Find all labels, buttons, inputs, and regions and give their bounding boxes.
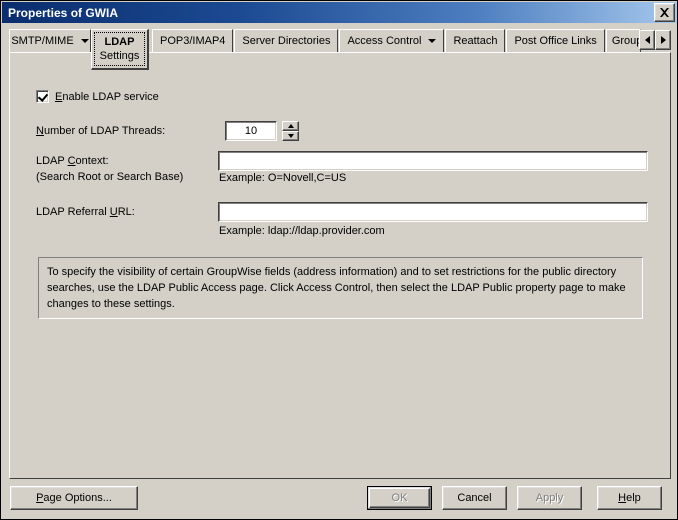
spinner-down-icon — [287, 134, 294, 138]
tab-label-line2: Settings — [99, 50, 140, 62]
ldap-context-label: LDAP Context: — [36, 155, 109, 167]
tab-scroll-buttons — [639, 30, 671, 50]
button-label: OK — [391, 492, 408, 504]
button-label: Cancel — [457, 492, 492, 504]
tab-label-line1: LDAP — [104, 36, 135, 48]
button-label: Apply — [535, 492, 564, 504]
threads-label: Number of LDAP Threads: — [36, 125, 165, 137]
tab-server-directories[interactable]: Server Directories — [234, 29, 339, 52]
tab-reattach[interactable]: Reattach — [445, 29, 506, 52]
tab-scroll-right-button[interactable] — [655, 30, 671, 50]
label-rest: RL: — [117, 206, 135, 218]
ldap-referral-example: Example: ldap://ldap.provider.com — [219, 225, 385, 237]
help-button[interactable]: Help — [597, 486, 662, 510]
info-box-text: To specify the visibility of certain Gro… — [47, 266, 626, 310]
chevron-down-icon — [80, 39, 89, 43]
ldap-referral-label: LDAP Referral URL: — [36, 206, 135, 218]
tab-label: POP3/IMAP4 — [160, 35, 226, 47]
threads-increment-button[interactable] — [282, 121, 299, 131]
tab-smtp-mime[interactable]: SMTP/MIME — [9, 29, 91, 52]
button-label: Page Options... — [36, 492, 112, 504]
scroll-right-icon — [660, 36, 666, 44]
ldap-context-example: Example: O=Novell,C=US — [219, 172, 347, 184]
enable-ldap-service-label: Enable LDAP service — [55, 91, 159, 103]
label-pre: LDAP — [36, 155, 68, 167]
ok-button[interactable]: OK — [367, 486, 432, 510]
tab-label: SMTP/MIME — [11, 35, 74, 47]
page-options-button[interactable]: Page Options... — [10, 486, 138, 510]
tab-ldap-settings[interactable]: LDAP Settings — [91, 29, 149, 70]
enable-ldap-service-row[interactable]: Enable LDAP service — [36, 90, 159, 103]
button-label: Help — [618, 492, 641, 504]
properties-dialog: Properties of GWIA SMTP/MIME POP3/IMAP4 … — [0, 0, 678, 520]
threads-input[interactable] — [225, 121, 277, 141]
window-title: Properties of GWIA — [8, 5, 119, 20]
enable-ldap-service-checkbox[interactable] — [36, 90, 49, 103]
ldap-referral-input[interactable] — [218, 202, 648, 222]
label-rest: ontext: — [75, 155, 109, 167]
spinner-up-icon — [287, 124, 294, 128]
ldap-context-sublabel: (Search Root or Search Base) — [36, 171, 184, 183]
accel-char: H — [618, 492, 627, 504]
close-button[interactable] — [654, 3, 675, 22]
label-pre: LDAP Referral — [36, 206, 110, 218]
tab-scroll-left-button[interactable] — [639, 30, 655, 50]
threads-spin-buttons — [282, 121, 299, 141]
accel-char: C — [67, 155, 76, 167]
close-icon — [660, 8, 669, 17]
label-rest: nable LDAP service — [62, 90, 159, 103]
chevron-down-icon — [428, 39, 437, 43]
tab-label: Server Directories — [242, 35, 331, 47]
apply-button[interactable]: Apply — [517, 486, 582, 510]
ldap-context-input[interactable] — [218, 151, 648, 171]
label-rest: elp — [626, 492, 641, 504]
threads-decrement-button[interactable] — [282, 131, 299, 141]
tab-label: Reattach — [453, 35, 498, 47]
threads-stepper — [225, 121, 299, 141]
info-box: To specify the visibility of certain Gro… — [38, 257, 643, 319]
title-bar: Properties of GWIA — [2, 2, 677, 23]
tab-label: Post Office Links — [514, 35, 597, 47]
scroll-left-icon — [644, 36, 650, 44]
accel-char: N — [36, 125, 44, 137]
tab-panel: Enable LDAP service Number of LDAP Threa… — [9, 52, 671, 479]
label-rest: umber of LDAP Threads: — [43, 125, 166, 137]
tab-group[interactable]: Group — [605, 29, 641, 52]
label-rest: age Options... — [43, 492, 112, 504]
tab-label: Access Control — [347, 35, 422, 47]
tab-pop3-imap4[interactable]: POP3/IMAP4 — [152, 29, 234, 52]
tab-label: Group — [611, 35, 641, 47]
accel-char: U — [109, 206, 118, 218]
tab-post-office-links[interactable]: Post Office Links — [506, 29, 605, 52]
cancel-button[interactable]: Cancel — [442, 486, 507, 510]
tab-access-control[interactable]: Access Control — [339, 29, 445, 52]
